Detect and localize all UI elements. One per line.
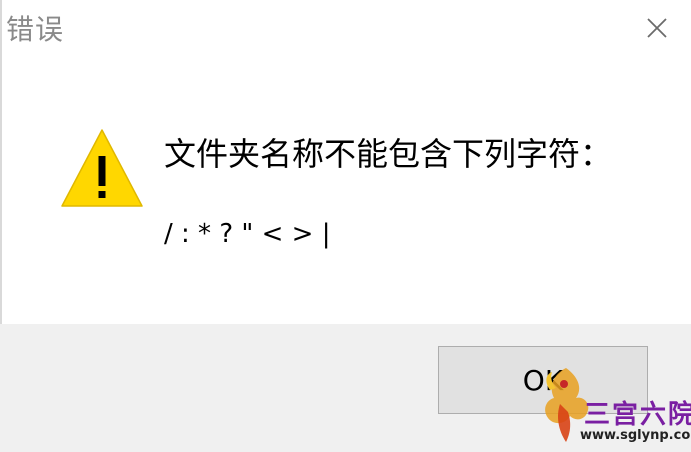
invalid-characters: / : * ? " < > | bbox=[164, 219, 331, 249]
warning-icon bbox=[61, 129, 143, 207]
error-dialog: 错误 文件夹名称不能包含下列字符： / : * ? " < > | OK 三宫六… bbox=[0, 0, 691, 452]
watermark-url: www.sglynp.com bbox=[580, 428, 691, 443]
close-button[interactable] bbox=[634, 8, 680, 48]
dialog-content: 文件夹名称不能包含下列字符： / : * ? " < > | bbox=[0, 60, 691, 324]
close-icon bbox=[647, 18, 667, 38]
title-bar: 错误 bbox=[0, 0, 691, 60]
watermark: 三宫六院 www.sglynp.com bbox=[536, 360, 691, 452]
dialog-title: 错误 bbox=[6, 13, 65, 46]
watermark-brand: 三宫六院 bbox=[584, 400, 691, 430]
error-message: 文件夹名称不能包含下列字符： bbox=[164, 135, 613, 173]
